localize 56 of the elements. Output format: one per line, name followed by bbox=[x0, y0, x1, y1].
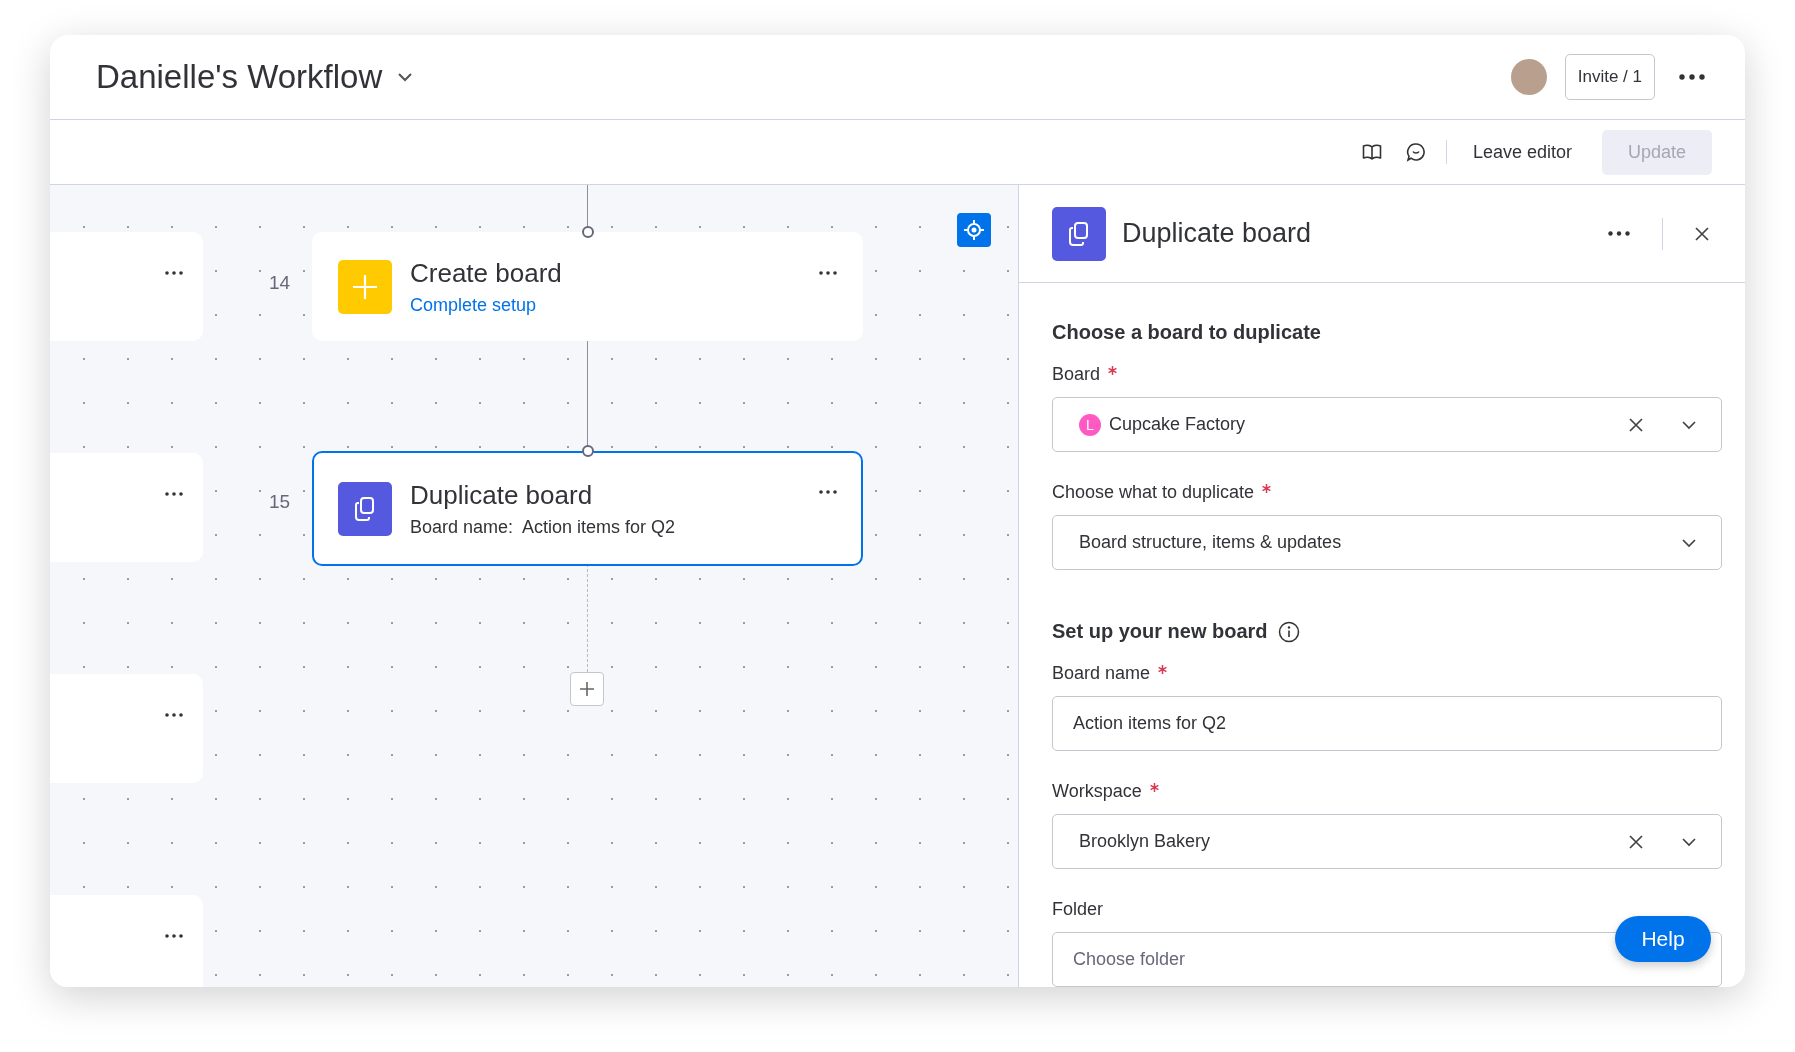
field-label: Workspace bbox=[1052, 781, 1142, 802]
copy-icon bbox=[1052, 206, 1106, 261]
field-label: Board bbox=[1052, 364, 1101, 385]
crosshair-icon bbox=[963, 219, 985, 241]
chevron-down-icon[interactable] bbox=[396, 71, 415, 83]
more-icon[interactable] bbox=[1679, 74, 1705, 80]
section-heading: Choose a board to duplicate bbox=[1052, 321, 1321, 344]
more-icon[interactable] bbox=[819, 271, 837, 275]
book-icon[interactable] bbox=[1361, 143, 1382, 161]
panel-title: Duplicate board bbox=[1122, 218, 1312, 249]
step-number: 14 bbox=[269, 272, 291, 294]
required-icon bbox=[1108, 366, 1118, 375]
field-label: Choose what to duplicate bbox=[1052, 482, 1255, 503]
step-card[interactable]: Duplicate board Board name: Action items for Q2 bbox=[312, 451, 863, 566]
step-title: Duplicate board bbox=[410, 479, 593, 511]
field-label: Folder bbox=[1052, 899, 1104, 920]
required-icon bbox=[1158, 665, 1168, 674]
more-icon[interactable] bbox=[165, 271, 183, 275]
step-number: 15 bbox=[269, 491, 291, 513]
plus-icon bbox=[579, 681, 595, 697]
chat-icon[interactable] bbox=[1405, 142, 1426, 162]
complete-setup-link[interactable]: Complete setup bbox=[410, 294, 537, 316]
chevron-down-icon[interactable] bbox=[1681, 836, 1697, 847]
add-step-button[interactable] bbox=[570, 672, 604, 706]
required-icon bbox=[1262, 484, 1272, 493]
plus-icon bbox=[338, 259, 392, 314]
section-heading: Set up your new board bbox=[1052, 620, 1268, 643]
invite-button[interactable]: Invite / 1 bbox=[1564, 54, 1655, 100]
more-icon[interactable] bbox=[165, 934, 183, 938]
dropdown-field[interactable]: Board structure, items & updates bbox=[1052, 515, 1722, 570]
leave-editor-button[interactable]: Leave editor bbox=[1466, 141, 1578, 163]
more-icon[interactable] bbox=[165, 713, 183, 717]
connector-node bbox=[582, 226, 594, 238]
chevron-down-icon[interactable] bbox=[1681, 419, 1697, 430]
window-title: Danielle's Workflow bbox=[96, 58, 383, 96]
close-icon[interactable] bbox=[1695, 226, 1709, 241]
input-field[interactable]: Action items for Q2 bbox=[1052, 696, 1722, 751]
connector-node bbox=[582, 445, 594, 457]
clear-icon[interactable] bbox=[1629, 417, 1643, 432]
more-icon[interactable] bbox=[165, 492, 183, 496]
dropdown-field[interactable]: Brooklyn Bakery bbox=[1052, 814, 1722, 869]
clear-icon[interactable] bbox=[1629, 834, 1643, 849]
field-label: Board name bbox=[1052, 663, 1151, 684]
copy-icon bbox=[338, 481, 392, 536]
dropdown-field[interactable]: L Cupcake Factory bbox=[1052, 397, 1722, 452]
chevron-down-icon[interactable] bbox=[1681, 537, 1697, 548]
step-description: Board name: Action items for Q2 bbox=[410, 516, 676, 538]
board-badge: L bbox=[1079, 413, 1101, 436]
step-card[interactable]: Create board Complete setup bbox=[312, 232, 863, 341]
required-icon bbox=[1149, 783, 1159, 792]
locate-button[interactable] bbox=[957, 213, 991, 247]
more-icon[interactable] bbox=[1608, 231, 1630, 236]
step-title: Create board bbox=[410, 257, 562, 289]
help-button[interactable]: Help bbox=[1615, 916, 1711, 962]
more-icon[interactable] bbox=[819, 490, 837, 494]
info-icon[interactable] bbox=[1277, 620, 1300, 643]
